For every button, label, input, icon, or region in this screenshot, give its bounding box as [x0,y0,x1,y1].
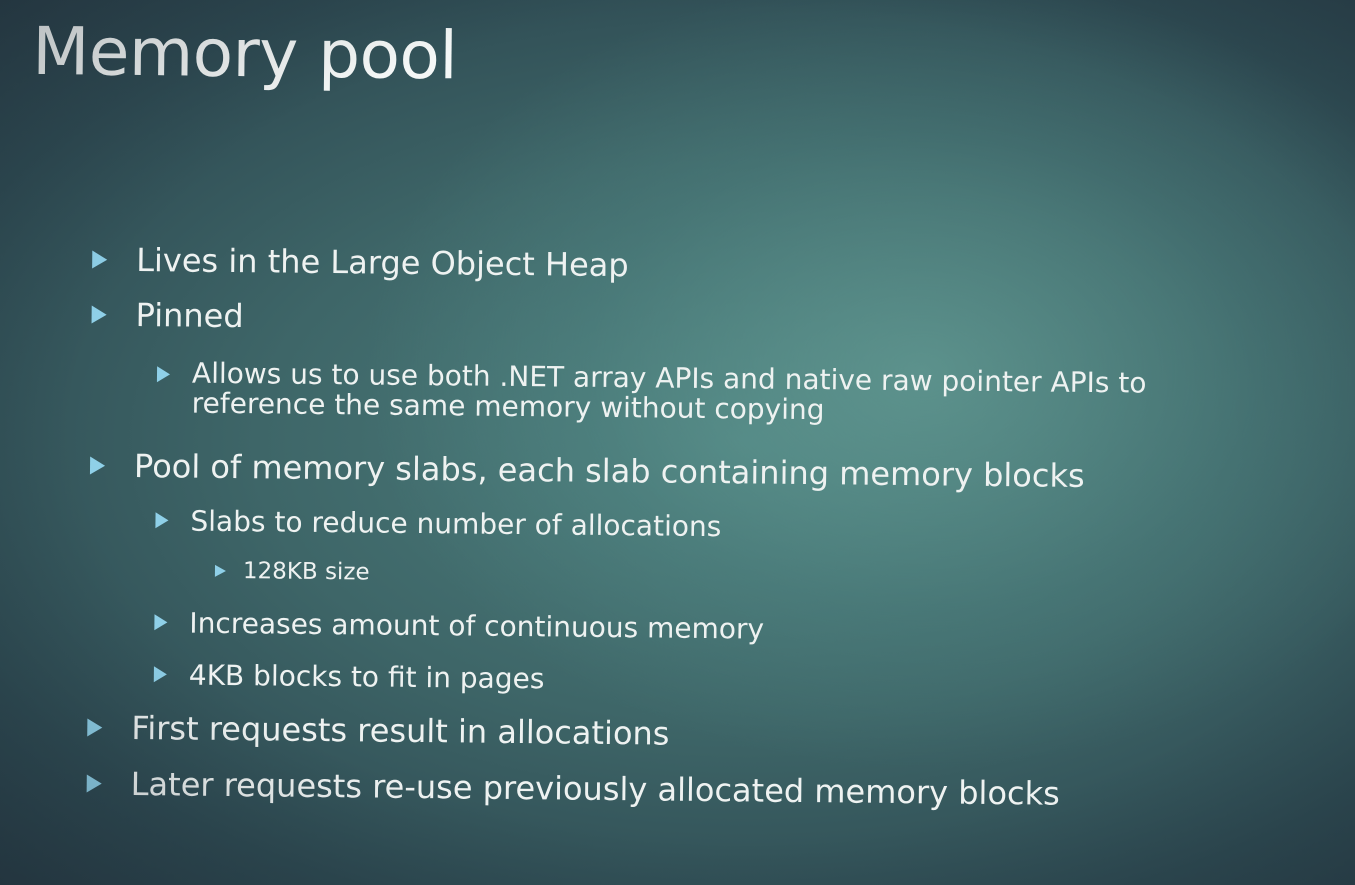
bullet-text: Later requests re-use previously allocat… [130,764,1061,813]
triangle-right-icon [154,614,168,631]
sub-bullet-text: Increases amount of continuous memory [189,606,765,646]
sub-sub-bullet-item: 128KB size [214,558,370,586]
sub-bullet-item: Allows us to use both .NET array APIs an… [156,357,1147,428]
bullet-item: Pinned [91,296,244,336]
sub-bullet-item: Increases amount of continuous memory [154,606,765,646]
bullet-text: Pinned [135,296,244,336]
bullet-item: First requests result in allocations [87,709,670,753]
sub-bullet-item: 4KB blocks to fit in pages [153,658,545,696]
triangle-right-icon [214,564,227,577]
sub-bullet-text: Slabs to reduce number of allocations [190,504,722,544]
bullet-item: Later requests re-use previously allocat… [86,764,1061,813]
triangle-right-icon [156,366,171,383]
bullet-text: Lives in the Large Object Heap [136,241,629,285]
bullet-text: First requests result in allocations [131,708,670,753]
presentation-slide: Memory pool Lives in the Large Object He… [0,0,1355,885]
triangle-right-icon [89,456,106,475]
bullet-list: Lives in the Large Object Heap Pinned Al… [0,0,1355,885]
sub-bullet-text: Allows us to use both .NET array APIs an… [192,357,1147,428]
sub-bullet-text: 4KB blocks to fit in pages [188,658,545,696]
triangle-right-icon [87,718,103,737]
triangle-right-icon [91,305,107,324]
triangle-right-icon [153,666,167,683]
triangle-right-icon [92,250,108,269]
bullet-item: Pool of memory slabs, each slab containi… [89,447,1085,495]
triangle-right-icon [86,774,102,793]
sub-sub-bullet-text: 128KB size [242,558,370,586]
triangle-right-icon [155,512,169,529]
bullet-text: Pool of memory slabs, each slab containi… [133,447,1085,495]
bullet-item: Lives in the Large Object Heap [92,241,629,285]
sub-bullet-item: Slabs to reduce number of allocations [155,504,721,543]
